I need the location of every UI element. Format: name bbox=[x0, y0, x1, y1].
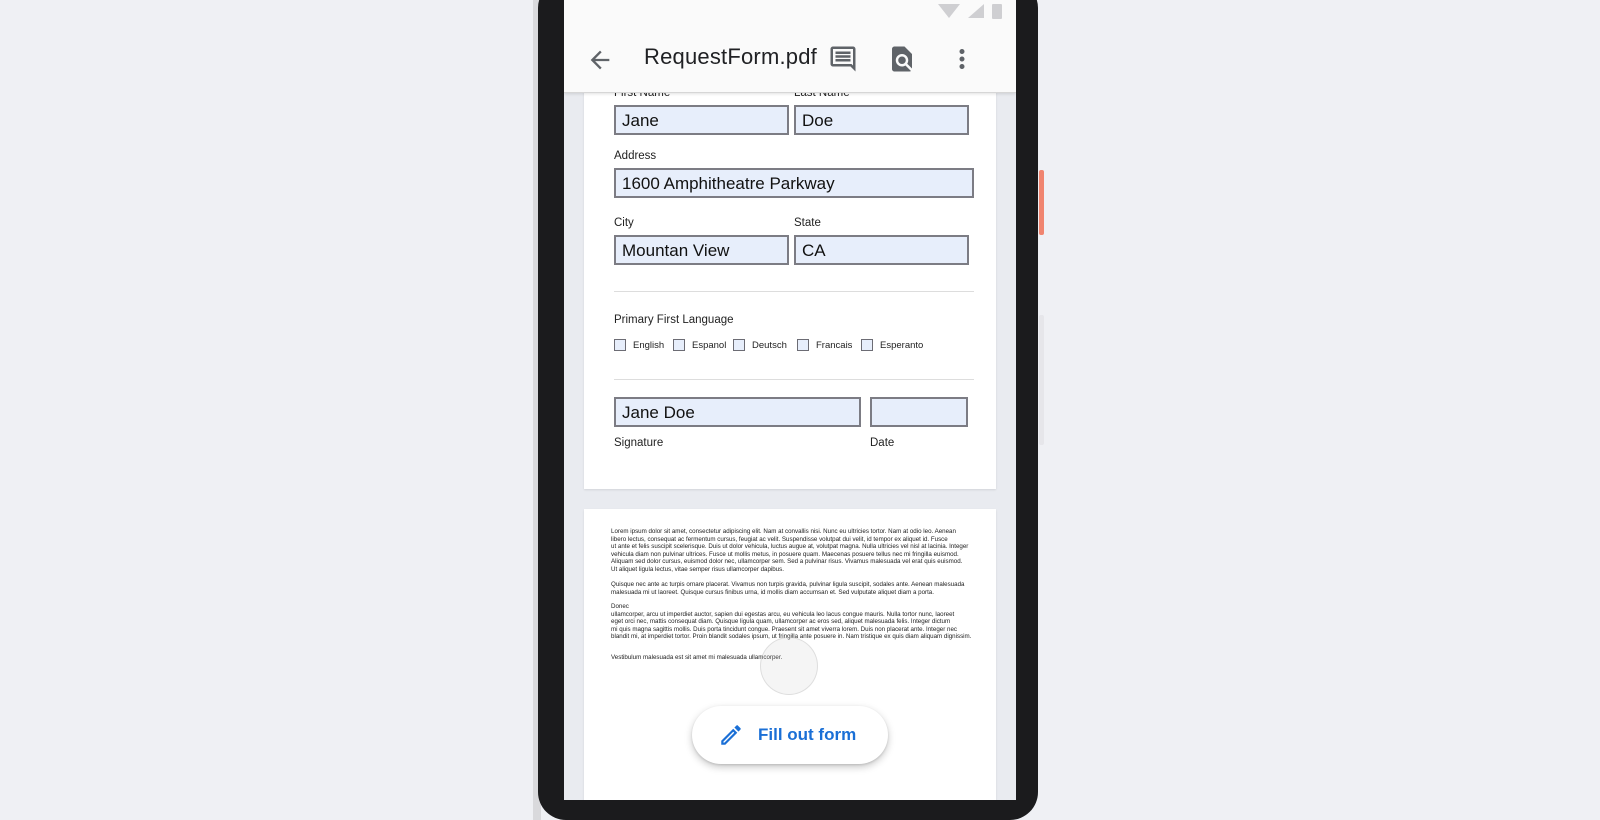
checkbox[interactable] bbox=[797, 339, 809, 351]
date-label: Date bbox=[870, 437, 895, 449]
find-in-page-button[interactable] bbox=[887, 44, 917, 74]
language-option-esperanto[interactable]: Esperanto bbox=[861, 339, 923, 351]
touch-indicator bbox=[760, 637, 818, 695]
phone-volume-button bbox=[1039, 315, 1044, 445]
last-name-field[interactable]: Doe bbox=[794, 105, 969, 135]
signature-field[interactable]: Jane Doe bbox=[614, 397, 861, 427]
first-name-field[interactable]: Jane bbox=[614, 105, 789, 135]
address-field[interactable]: 1600 Amphitheatre Parkway bbox=[614, 168, 974, 198]
cell-signal-icon bbox=[968, 4, 984, 18]
checkbox[interactable] bbox=[733, 339, 745, 351]
language-option-label: English bbox=[633, 339, 665, 351]
date-field[interactable] bbox=[870, 397, 968, 427]
language-option-label: Espanol bbox=[692, 339, 727, 351]
status-bar bbox=[938, 4, 1002, 19]
more-options-button[interactable] bbox=[947, 44, 977, 74]
language-option-label: Esperanto bbox=[880, 339, 924, 351]
language-option-deutsch[interactable]: Deutsch bbox=[733, 339, 787, 351]
fill-out-form-button[interactable]: Fill out form bbox=[692, 706, 888, 764]
comments-button[interactable] bbox=[828, 44, 858, 74]
language-option-espanol[interactable]: Espanol bbox=[673, 339, 726, 351]
language-option-label: Francais bbox=[816, 339, 853, 351]
city-label: City bbox=[614, 217, 634, 229]
body-paragraph: Quisque nec ante ac turpis ornare placer… bbox=[611, 581, 965, 596]
language-label: Primary First Language bbox=[614, 314, 734, 326]
checkbox[interactable] bbox=[861, 339, 873, 351]
signature-label: Signature bbox=[614, 437, 664, 449]
address-label: Address bbox=[614, 150, 657, 162]
more-vert-icon bbox=[959, 49, 965, 69]
arrow-back-icon bbox=[590, 50, 610, 70]
section-divider bbox=[614, 291, 974, 292]
phone-power-button bbox=[1039, 170, 1044, 235]
language-option-english[interactable]: English bbox=[614, 339, 664, 351]
phone-screen: RequestForm.pdf First Name Last Name Jan… bbox=[564, 0, 1016, 800]
find-in-page-icon bbox=[892, 46, 912, 72]
city-field[interactable]: Mountan View bbox=[614, 235, 789, 265]
section-divider bbox=[614, 379, 974, 380]
wifi-icon bbox=[938, 4, 960, 18]
state-field[interactable]: CA bbox=[794, 235, 969, 265]
app-bar: RequestForm.pdf bbox=[564, 0, 1016, 93]
checkbox[interactable] bbox=[673, 339, 685, 351]
comment-icon bbox=[830, 46, 856, 72]
body-paragraph: Donec ullamcorper, arcu ut imperdiet auc… bbox=[611, 603, 972, 641]
battery-icon bbox=[992, 4, 1002, 19]
document-title: RequestForm.pdf bbox=[644, 44, 817, 69]
body-paragraph: Lorem ipsum dolor sit amet, consectetur … bbox=[611, 528, 969, 573]
pencil-icon bbox=[721, 725, 741, 745]
language-option-label: Deutsch bbox=[752, 339, 787, 351]
back-button[interactable] bbox=[586, 46, 614, 74]
state-label: State bbox=[794, 217, 821, 229]
language-option-francais[interactable]: Francais bbox=[797, 339, 852, 351]
fab-label: Fill out form bbox=[758, 725, 857, 744]
checkbox[interactable] bbox=[614, 339, 626, 351]
pdf-page-1: First Name Last Name Jane Doe Address 16… bbox=[584, 40, 996, 489]
